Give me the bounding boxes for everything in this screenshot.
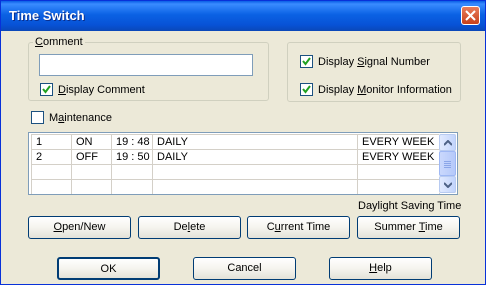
cell-repeat: EVERY WEEK xyxy=(357,134,440,150)
chevron-down-icon xyxy=(444,182,452,188)
checkmark-icon xyxy=(302,85,311,94)
cell-empty xyxy=(111,164,153,180)
cell-empty xyxy=(152,164,358,180)
scroll-up-button[interactable] xyxy=(439,134,456,151)
table-row[interactable]: 1 ON 19 : 48 DAILY EVERY WEEK xyxy=(31,134,440,150)
cell-no: 1 xyxy=(31,134,72,150)
grip-line xyxy=(444,163,451,164)
monitor-info-checkmark-box[interactable] xyxy=(300,83,313,96)
display-comment-label: Display Comment xyxy=(58,83,145,96)
maintenance-checkmark-box[interactable] xyxy=(31,111,44,124)
delete-button[interactable]: Delete xyxy=(138,216,241,239)
cell-time: 19 : 50 xyxy=(111,149,153,165)
signal-number-checkmark-box[interactable] xyxy=(300,55,313,68)
cell-state: OFF xyxy=(71,149,112,165)
comment-legend-rest: omment xyxy=(42,36,83,48)
checkmark-icon xyxy=(42,85,51,94)
time-switch-dialog: Time Switch Comment Display Comment Disp… xyxy=(0,0,486,285)
checkmark-icon xyxy=(302,57,311,66)
cell-empty xyxy=(71,179,112,194)
grip-line xyxy=(444,165,451,166)
display-signal-number-label: Display Signal Number xyxy=(318,55,430,68)
schedule-table: 1 ON 19 : 48 DAILY EVERY WEEK 2 OFF 19 : 50 DAIL… xyxy=(31,134,440,194)
maintenance-label: Maintenance xyxy=(49,111,113,124)
close-button[interactable] xyxy=(461,6,480,25)
chevron-up-icon xyxy=(444,140,452,146)
title-bar[interactable]: Time Switch xyxy=(1,1,485,31)
display-comment-checkbox[interactable]: Display Comment xyxy=(40,83,145,96)
cell-empty xyxy=(111,179,153,194)
current-time-button[interactable]: Current Time xyxy=(247,216,350,239)
cell-pattern: DAILY xyxy=(152,149,358,165)
scroll-thumb[interactable] xyxy=(439,151,456,176)
cell-pattern: DAILY xyxy=(152,134,358,150)
cell-empty xyxy=(31,179,72,194)
cell-empty xyxy=(152,179,358,194)
scroll-down-button[interactable] xyxy=(439,176,456,193)
grip-line xyxy=(444,167,451,168)
cell-repeat: EVERY WEEK xyxy=(357,149,440,165)
display-monitor-info-checkbox[interactable]: Display Monitor Information xyxy=(300,83,452,96)
cell-empty xyxy=(71,164,112,180)
cell-no: 2 xyxy=(31,149,72,165)
table-row[interactable]: 2 OFF 19 : 50 DAILY EVERY WEEK xyxy=(31,149,440,165)
cell-empty xyxy=(357,164,440,180)
cancel-button[interactable]: Cancel xyxy=(193,257,296,280)
cell-time: 19 : 48 xyxy=(111,134,153,150)
display-comment-checkmark-box[interactable] xyxy=(40,83,53,96)
schedule-list[interactable]: 1 ON 19 : 48 DAILY EVERY WEEK 2 OFF 19 : 50 DAIL… xyxy=(28,132,458,195)
display-monitor-info-label: Display Monitor Information xyxy=(318,83,452,96)
display-signal-number-checkbox[interactable]: Display Signal Number xyxy=(300,55,430,68)
grip-line xyxy=(444,161,451,162)
cell-empty xyxy=(31,164,72,180)
help-button[interactable]: Help xyxy=(329,257,432,280)
close-icon xyxy=(465,10,476,21)
table-row-empty[interactable] xyxy=(31,179,440,194)
cell-state: ON xyxy=(71,134,112,150)
cell-empty xyxy=(357,179,440,194)
daylight-saving-label: Daylight Saving Time xyxy=(358,200,462,212)
comment-input[interactable] xyxy=(39,54,253,76)
table-row-empty[interactable] xyxy=(31,164,440,180)
comment-legend: Comment xyxy=(33,36,85,48)
ok-button[interactable]: OK xyxy=(57,257,160,280)
list-vertical-scrollbar[interactable] xyxy=(439,134,456,193)
maintenance-checkbox[interactable]: Maintenance xyxy=(31,111,112,124)
summer-time-button[interactable]: Summer Time xyxy=(357,216,460,239)
open-new-button[interactable]: Open/New xyxy=(28,216,131,239)
window-title: Time Switch xyxy=(9,8,85,23)
